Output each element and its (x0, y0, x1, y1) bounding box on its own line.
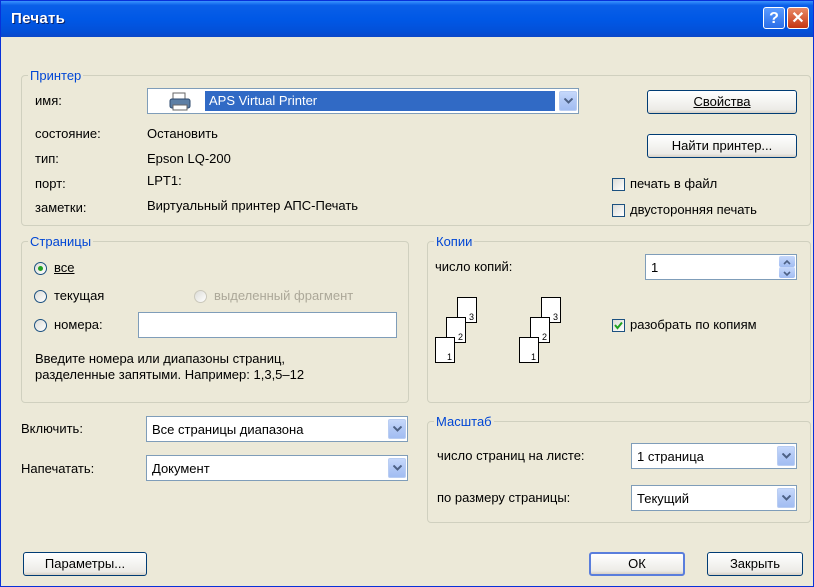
status-label: состояние: (35, 126, 101, 141)
copies-count-label: число копий: (435, 259, 513, 274)
title-bar[interactable]: Печать ? ✕ (1, 1, 813, 37)
radio-dot (38, 266, 43, 271)
type-label: тип: (35, 151, 59, 166)
pages-all-radio[interactable] (34, 262, 47, 275)
print-to-file-label[interactable]: печать в файл (630, 176, 717, 191)
print-to-file-checkbox[interactable] (612, 178, 625, 191)
type-value: Epson LQ-200 (147, 151, 231, 166)
print-dialog: Печать ? ✕ Принтер имя: APS Virtual Prin… (0, 0, 814, 587)
notes-value: Виртуальный принтер АПС-Печать (147, 198, 359, 213)
spin-up-icon[interactable] (779, 256, 795, 267)
port-label: порт: (35, 176, 66, 191)
duplex-checkbox[interactable] (612, 204, 625, 217)
copies-group-title: Копии (434, 234, 475, 249)
find-printer-button[interactable]: Найти принтер... (647, 134, 797, 158)
include-label: Включить: (21, 421, 83, 436)
zoom-group-title: Масштаб (434, 414, 494, 429)
printer-icon (168, 92, 192, 115)
collated-pages-icon: 3 2 1 3 2 1 (435, 297, 565, 377)
printer-name-select[interactable]: APS Virtual Printer (147, 88, 579, 114)
window-title: Печать (11, 10, 66, 27)
printer-name-label: имя: (35, 93, 62, 108)
collate-label[interactable]: разобрать по копиям (630, 317, 757, 332)
printer-name-value: APS Virtual Printer (209, 93, 318, 108)
pages-selection-label: выделенный фрагмент (214, 288, 354, 303)
page-1-set1: 1 (435, 337, 455, 363)
port-value: LPT1: (147, 173, 182, 188)
page-1-set2: 1 (519, 337, 539, 363)
close-icon[interactable]: ✕ (787, 7, 809, 29)
duplex-label[interactable]: двусторонняя печать (630, 202, 757, 217)
copies-count-input[interactable]: 1 (645, 254, 797, 280)
checkmark-icon (614, 321, 623, 330)
pages-numbers-label[interactable]: номера: (54, 317, 103, 332)
scale-label: по размеру страницы: (437, 490, 571, 505)
help-icon[interactable]: ? (763, 7, 785, 29)
chevron-down-icon[interactable] (777, 446, 795, 466)
chevron-down-icon[interactable] (388, 419, 406, 439)
properties-button[interactable]: Свойства (647, 90, 797, 114)
pages-per-sheet-select[interactable]: 1 страница (631, 443, 797, 469)
print-what-select[interactable]: Документ (146, 455, 408, 481)
options-button[interactable]: Параметры... (23, 552, 147, 576)
chevron-down-icon[interactable] (559, 91, 577, 111)
pages-numbers-radio[interactable] (34, 319, 47, 332)
print-what-label: Напечатать: (21, 461, 95, 476)
chevron-down-icon[interactable] (777, 488, 795, 508)
pages-hint-line2: разделенные запятыми. Например: 1,3,5–12 (35, 367, 305, 382)
pages-hint-line1: Введите номера или диапазоны страниц, (35, 351, 286, 366)
close-button[interactable]: Закрыть (707, 552, 803, 576)
pages-per-sheet-label: число страниц на листе: (437, 448, 585, 463)
include-select[interactable]: Все страницы диапазона (146, 416, 408, 442)
spin-down-icon[interactable] (779, 267, 795, 278)
printer-group-title: Принтер (28, 68, 84, 83)
pages-group-title: Страницы (28, 234, 94, 249)
pages-current-radio[interactable] (34, 290, 47, 303)
chevron-down-icon[interactable] (388, 458, 406, 478)
status-value: Остановить (147, 126, 218, 141)
ok-button[interactable]: ОК (589, 552, 685, 576)
pages-all-label[interactable]: все (54, 260, 75, 275)
notes-label: заметки: (35, 200, 87, 215)
pages-current-label[interactable]: текущая (54, 288, 104, 303)
collate-checkbox[interactable] (612, 319, 625, 332)
page-numbers-input[interactable] (138, 312, 397, 338)
scale-select[interactable]: Текущий (631, 485, 797, 511)
pages-selection-radio[interactable] (194, 290, 207, 303)
